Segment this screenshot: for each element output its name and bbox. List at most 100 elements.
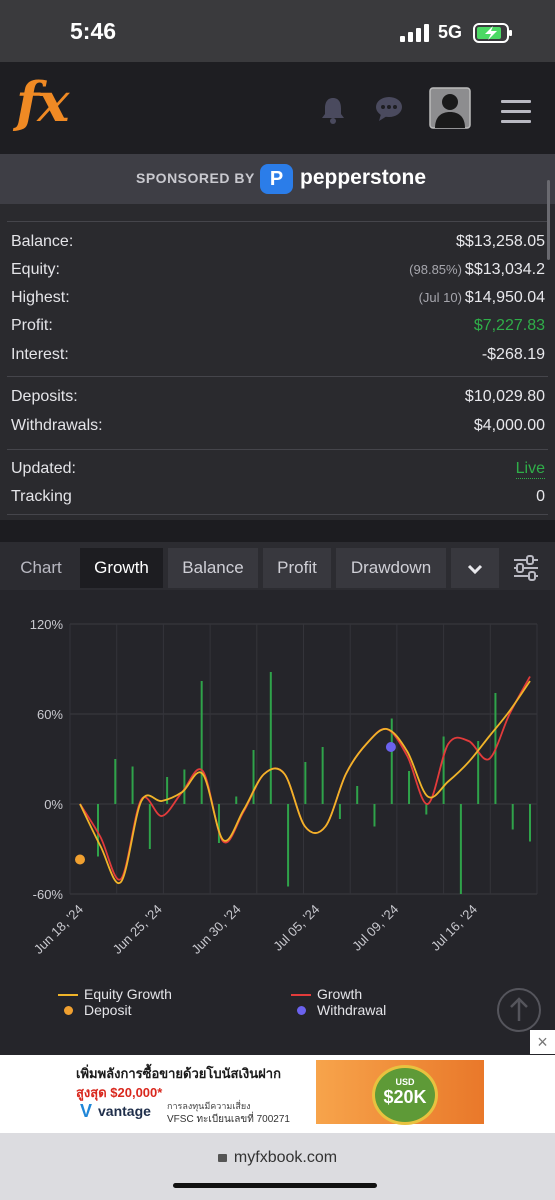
stat-label: Tracking (11, 488, 72, 505)
browser-url-bar[interactable]: myfxbook.com (0, 1133, 555, 1200)
stat-row-deposits: Deposits: $10,029.80 (11, 385, 545, 413)
growth-chart-svg: 120% 60% 0% -60%Jun 18, '24 Jun 25, '24 Jun 3… (30, 617, 538, 957)
stat-label: Equity: (11, 261, 60, 278)
stat-value: $$13,258.05 (456, 233, 545, 250)
coin-currency: USD (395, 1077, 415, 1087)
tab-profit[interactable]: Profit (263, 548, 331, 588)
stat-note: (Jul 10) (418, 290, 462, 305)
stat-row-tracking: Tracking 0 (11, 485, 545, 513)
chart-legend: Equity Growth Growth Deposit Withdrawal (0, 986, 555, 1026)
status-time: 5:46 (70, 18, 117, 44)
stat-row-updated: Updated: Live (11, 457, 545, 485)
stat-row-profit: Profit: $7,227.83 (11, 314, 545, 342)
advertisement-banner[interactable]: เพิ่มพลังการซื้อขายด้วยโบนัสเงินฝาก สูงส… (0, 1055, 555, 1133)
stat-label: Balance: (11, 233, 74, 250)
deposit-point (75, 854, 85, 865)
url-display[interactable]: myfxbook.com (0, 1149, 555, 1167)
stat-value: $$13,034.2 (464, 261, 545, 278)
stat-row-interest: Interest: -$268.19 (11, 343, 545, 371)
ad-headline: เพิ่มพลังการซื้อขายด้วยโบนัสเงินฝาก (76, 1066, 281, 1081)
stat-value: $7,227.83 (473, 317, 545, 334)
ad-risk-note: การลงทุนมีความเสี่ยง (167, 1101, 251, 1111)
stat-value-wrap: (Jul 10) $14,950.04 (419, 289, 545, 307)
stat-row-highest: Highest: (Jul 10) $14,950.04 (11, 286, 545, 314)
divider (7, 376, 548, 377)
legend-label: Deposit (84, 1002, 132, 1018)
ad-brand: vantage (98, 1103, 151, 1119)
growth-chart: 120% 60% 0% -60% Jun 18, '24 Jun 25, '24 Jun 3… (0, 590, 555, 1055)
stat-value: $10,029.80 (464, 388, 545, 405)
scrollbar[interactable] (547, 180, 550, 260)
ad-coin-badge: USD $20K (372, 1065, 438, 1125)
sponsor-banner[interactable]: SPONSORED BY P pepperstone (0, 154, 555, 204)
ad-license-note: VFSC ทะเบียนเลขที่ 700271 (167, 1114, 290, 1125)
vantage-logo-icon: V (80, 1101, 93, 1121)
bell-icon[interactable] (320, 96, 346, 124)
coin-value: $20K (383, 1087, 427, 1107)
user-avatar-icon[interactable] (429, 87, 471, 129)
network-type: 5G (438, 22, 463, 42)
y-tick-label: 60% (37, 707, 63, 722)
stat-row-balance: Balance: $$13,258.05 (11, 230, 545, 258)
x-tick-label: Jul 05, '24 (270, 902, 322, 954)
legend-label: Equity Growth (84, 986, 172, 1002)
chevron-down-icon (467, 564, 483, 574)
withdrawal-point (385, 742, 396, 752)
stat-value: $14,950.04 (464, 289, 545, 306)
ad-subheadline: สูงสุด $20,000* (76, 1085, 163, 1100)
chat-icon[interactable] (375, 96, 403, 122)
legend-label: Growth (317, 986, 363, 1002)
x-tick-label: Jul 09, '24 (349, 902, 401, 954)
y-tick-label: -60% (33, 887, 64, 902)
legend-label: Withdrawal (317, 1002, 387, 1018)
x-tick-label: Jun 18, '24 (31, 902, 86, 957)
stat-row-withdrawals: Withdrawals: $4,000.00 (11, 414, 545, 442)
y-tick-label: 120% (30, 617, 64, 632)
fx-logo[interactable]: fx (16, 70, 69, 134)
tab-more-dropdown[interactable] (451, 548, 499, 588)
legend-dot (297, 1006, 306, 1015)
x-tick-label: Jul 16, '24 (428, 902, 480, 954)
live-link[interactable]: Live (515, 460, 545, 479)
status-bar: 5:46 5G (0, 0, 555, 62)
pepperstone-logo-icon: P (260, 164, 293, 194)
sponsor-name: pepperstone (300, 166, 427, 189)
legend-swatch (58, 994, 78, 996)
ad-close-button[interactable]: × (530, 1030, 555, 1054)
divider (7, 514, 548, 515)
y-tick-label: 0% (44, 797, 63, 812)
tab-growth[interactable]: Growth (80, 548, 163, 588)
stat-value: 0 (536, 488, 545, 505)
site-header: fx (0, 62, 555, 154)
stat-label: Deposits: (11, 388, 78, 405)
chart-settings-sliders-icon[interactable] (512, 554, 540, 582)
divider (7, 221, 548, 222)
stat-label: Updated: (11, 460, 76, 477)
x-tick-label: Jun 30, '24 (188, 902, 243, 957)
account-stats-panel: Balance: $$13,258.05 Equity: (98.85%) $$1… (0, 204, 555, 520)
stat-label: Profit: (11, 317, 53, 334)
url-domain: myfxbook.com (233, 1149, 338, 1166)
stat-value: $4,000.00 (473, 417, 545, 434)
tab-drawdown[interactable]: Drawdown (336, 548, 446, 588)
arrow-up-icon (510, 997, 528, 1021)
home-indicator[interactable] (173, 1183, 377, 1188)
stat-value-wrap: (98.85%) $$13,034.2 (409, 261, 545, 279)
legend-dot (64, 1006, 73, 1015)
cellular-signal-icon (400, 24, 429, 42)
stat-label: Withdrawals: (11, 417, 103, 434)
legend-swatch (291, 994, 311, 996)
stat-value: -$268.19 (481, 346, 545, 363)
x-tick-label: Jun 25, '24 (110, 902, 165, 957)
scroll-to-top-button[interactable] (497, 988, 541, 1032)
chart-tabs: Chart Growth Balance Profit Drawdown (0, 542, 555, 590)
stat-label: Interest: (11, 346, 69, 363)
tab-balance[interactable]: Balance (168, 548, 258, 588)
stat-label: Highest: (11, 289, 70, 306)
lock-icon (217, 1154, 227, 1162)
hamburger-menu-icon[interactable] (501, 100, 531, 130)
tab-chart[interactable]: Chart (8, 548, 74, 588)
stat-row-equity: Equity: (98.85%) $$13,034.2 (11, 258, 545, 286)
battery-charging-icon (473, 23, 512, 43)
sponsor-label: SPONSORED BY (136, 170, 255, 186)
